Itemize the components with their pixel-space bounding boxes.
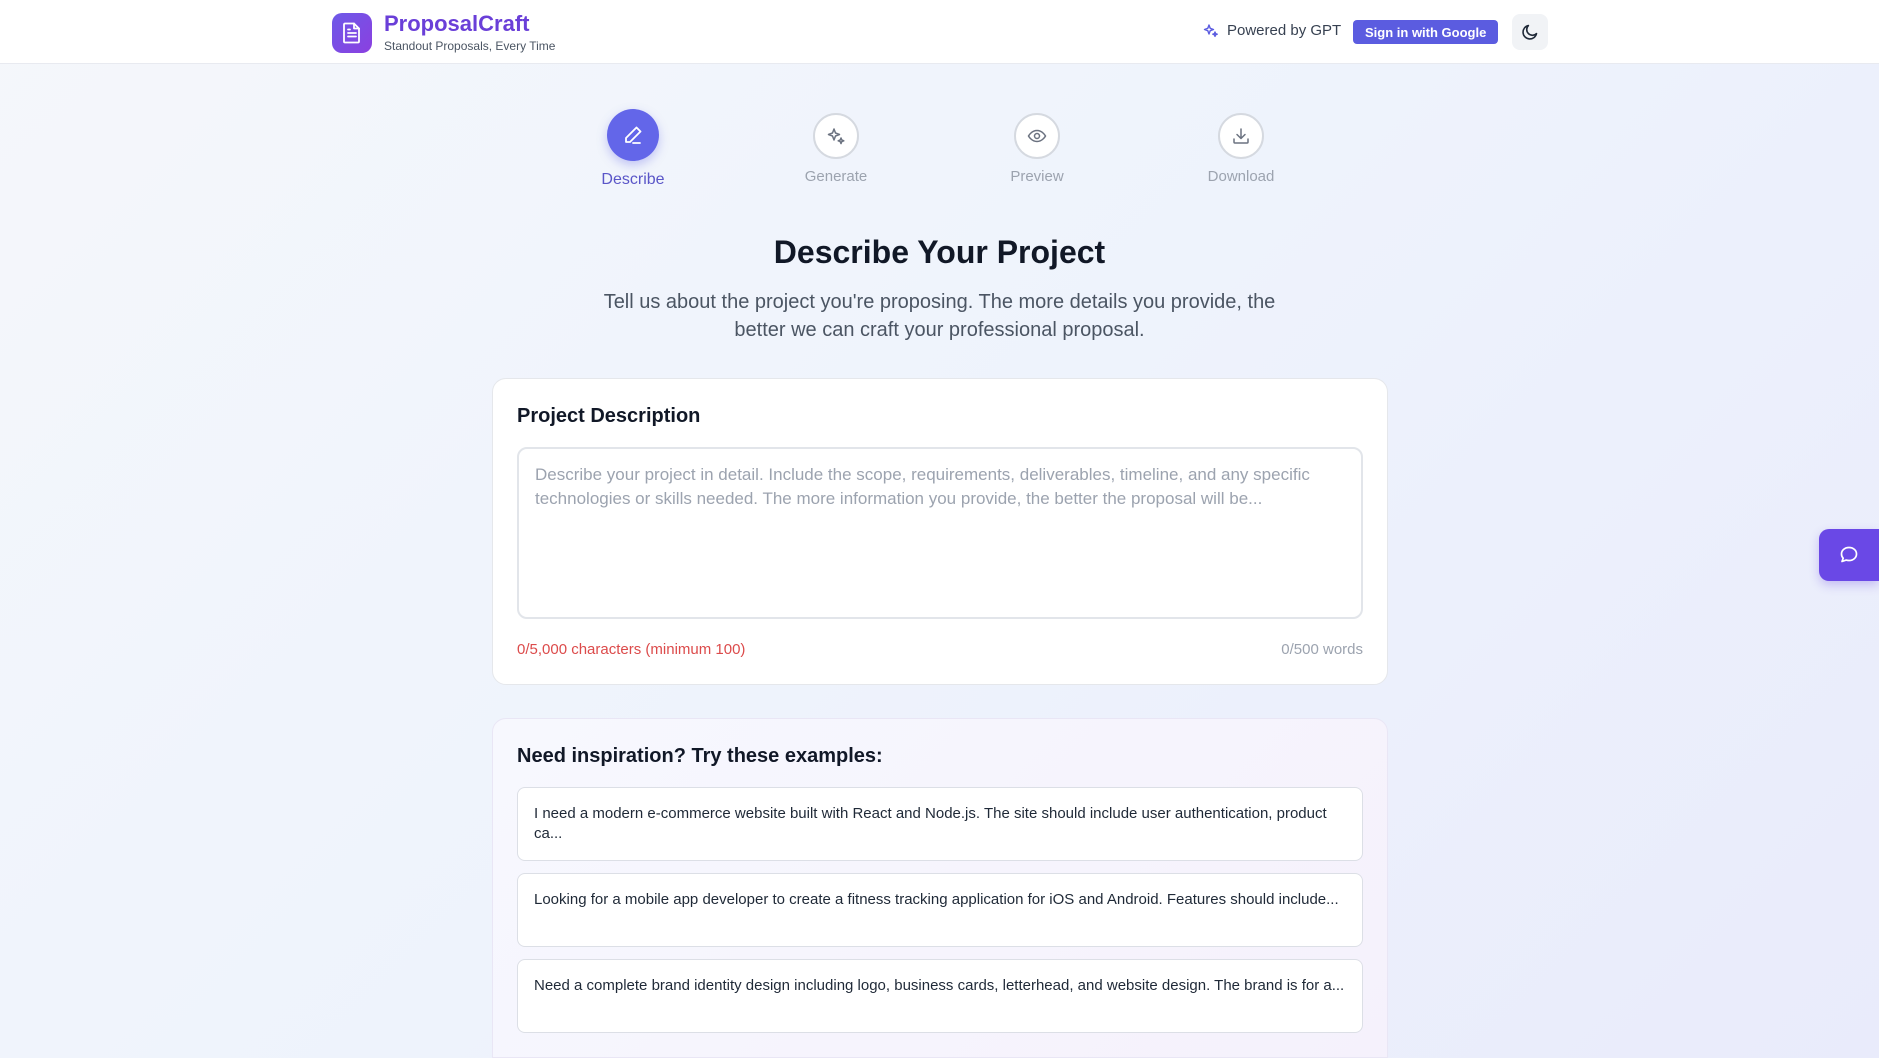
brand[interactable]: ProposalCraft Standout Proposals, Every … [332, 12, 555, 54]
app-header: ProposalCraft Standout Proposals, Every … [0, 0, 1879, 64]
step-label: Describe [601, 171, 665, 188]
page-subtitle: Tell us about the project you're proposi… [603, 291, 1276, 341]
download-icon [1218, 113, 1264, 159]
sparkles-icon [1203, 23, 1219, 39]
step-label: Generate [804, 168, 868, 185]
page-title: Describe Your Project [773, 234, 1106, 270]
chat-icon [1840, 546, 1858, 563]
chat-button[interactable] [1819, 529, 1879, 581]
example-item[interactable]: Need a complete brand identity design in… [517, 959, 1363, 1033]
example-item[interactable]: Looking for a mobile app developer to cr… [517, 873, 1363, 947]
project-description-input[interactable] [517, 447, 1363, 619]
sparkles-icon [813, 113, 859, 159]
step-download[interactable]: Download [1171, 113, 1311, 185]
eye-icon [1014, 113, 1060, 159]
character-count: 0/5,000 characters (minimum 100) [517, 641, 746, 658]
brand-tagline: Standout Proposals, Every Time [384, 39, 556, 53]
moon-icon [1522, 24, 1538, 40]
card-title: Need inspiration? Try these examples: [517, 745, 883, 767]
project-description-card: Project Description 0/5,000 characters (… [492, 378, 1388, 685]
examples-card: Need inspiration? Try these examples: I … [492, 718, 1388, 1058]
step-label: Preview [1010, 168, 1064, 185]
powered-by: Powered by GPT [1203, 22, 1341, 39]
document-icon [332, 13, 372, 53]
step-generate[interactable]: Generate [766, 113, 906, 185]
sign-in-google-button[interactable]: Sign in with Google [1353, 20, 1499, 44]
theme-toggle-button[interactable] [1512, 14, 1548, 50]
example-item[interactable]: I need a modern e-commerce website built… [517, 787, 1363, 861]
pencil-icon [607, 109, 659, 161]
step-preview[interactable]: Preview [967, 113, 1107, 185]
step-describe[interactable]: Describe [563, 109, 703, 189]
powered-by-label: Powered by GPT [1227, 22, 1342, 39]
brand-name: ProposalCraft [384, 11, 530, 36]
card-title: Project Description [517, 405, 701, 427]
word-count: 0/500 words [1281, 641, 1363, 658]
step-label: Download [1207, 168, 1275, 185]
